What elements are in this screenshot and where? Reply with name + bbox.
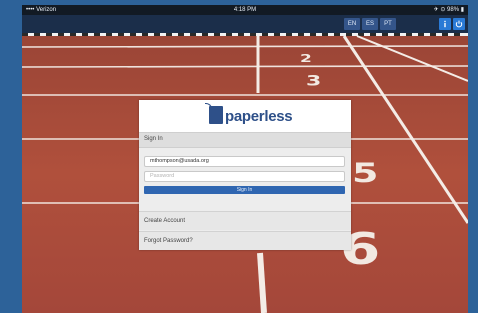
forgot-password-label: Forgot Password? bbox=[144, 238, 193, 244]
logout-button[interactable] bbox=[453, 18, 465, 30]
device-frame: •••• Verizon 4:18 PM ✈ ⊙ 98% ▮ EN ES PT bbox=[0, 0, 478, 313]
lane-number-3: 3 bbox=[306, 73, 322, 90]
app-screen: •••• Verizon 4:18 PM ✈ ⊙ 98% ▮ EN ES PT bbox=[22, 5, 468, 313]
sign-in-section-header: Sign In bbox=[139, 132, 351, 148]
create-account-label: Create Account bbox=[144, 218, 186, 224]
sign-in-button[interactable]: Sign In bbox=[144, 186, 345, 194]
lane-number-2: 2 bbox=[300, 53, 312, 65]
paperless-logo-text: paperless bbox=[225, 108, 293, 125]
battery-status: ✈ ⊙ 98% ▮ bbox=[433, 7, 464, 13]
power-icon bbox=[455, 20, 463, 28]
wifi-wave-icon bbox=[205, 103, 212, 110]
lane-number-5: 5 bbox=[352, 157, 379, 189]
info-button[interactable] bbox=[439, 18, 451, 30]
create-account-link[interactable]: Create Account bbox=[139, 211, 351, 230]
info-icon bbox=[444, 20, 446, 28]
forgot-password-link[interactable]: Forgot Password? bbox=[139, 231, 351, 250]
language-button-es[interactable]: ES bbox=[362, 18, 378, 30]
language-button-en[interactable]: EN bbox=[344, 18, 360, 30]
app-top-bar: EN ES PT bbox=[22, 15, 468, 33]
email-field[interactable]: mthompson@usada.org bbox=[144, 156, 345, 167]
paperless-logo-icon bbox=[205, 103, 223, 124]
sign-in-heading: Sign In bbox=[144, 136, 163, 142]
language-switcher: EN ES PT bbox=[344, 18, 396, 30]
status-bar: •••• Verizon 4:18 PM ✈ ⊙ 98% ▮ bbox=[22, 5, 468, 15]
clock: 4:18 PM bbox=[233, 7, 257, 13]
login-card: paperless Sign In mthompson@usada.org Pa… bbox=[139, 100, 351, 250]
language-button-pt[interactable]: PT bbox=[380, 18, 396, 30]
logo-header: paperless bbox=[139, 100, 351, 132]
password-field[interactable]: Password bbox=[144, 171, 345, 182]
